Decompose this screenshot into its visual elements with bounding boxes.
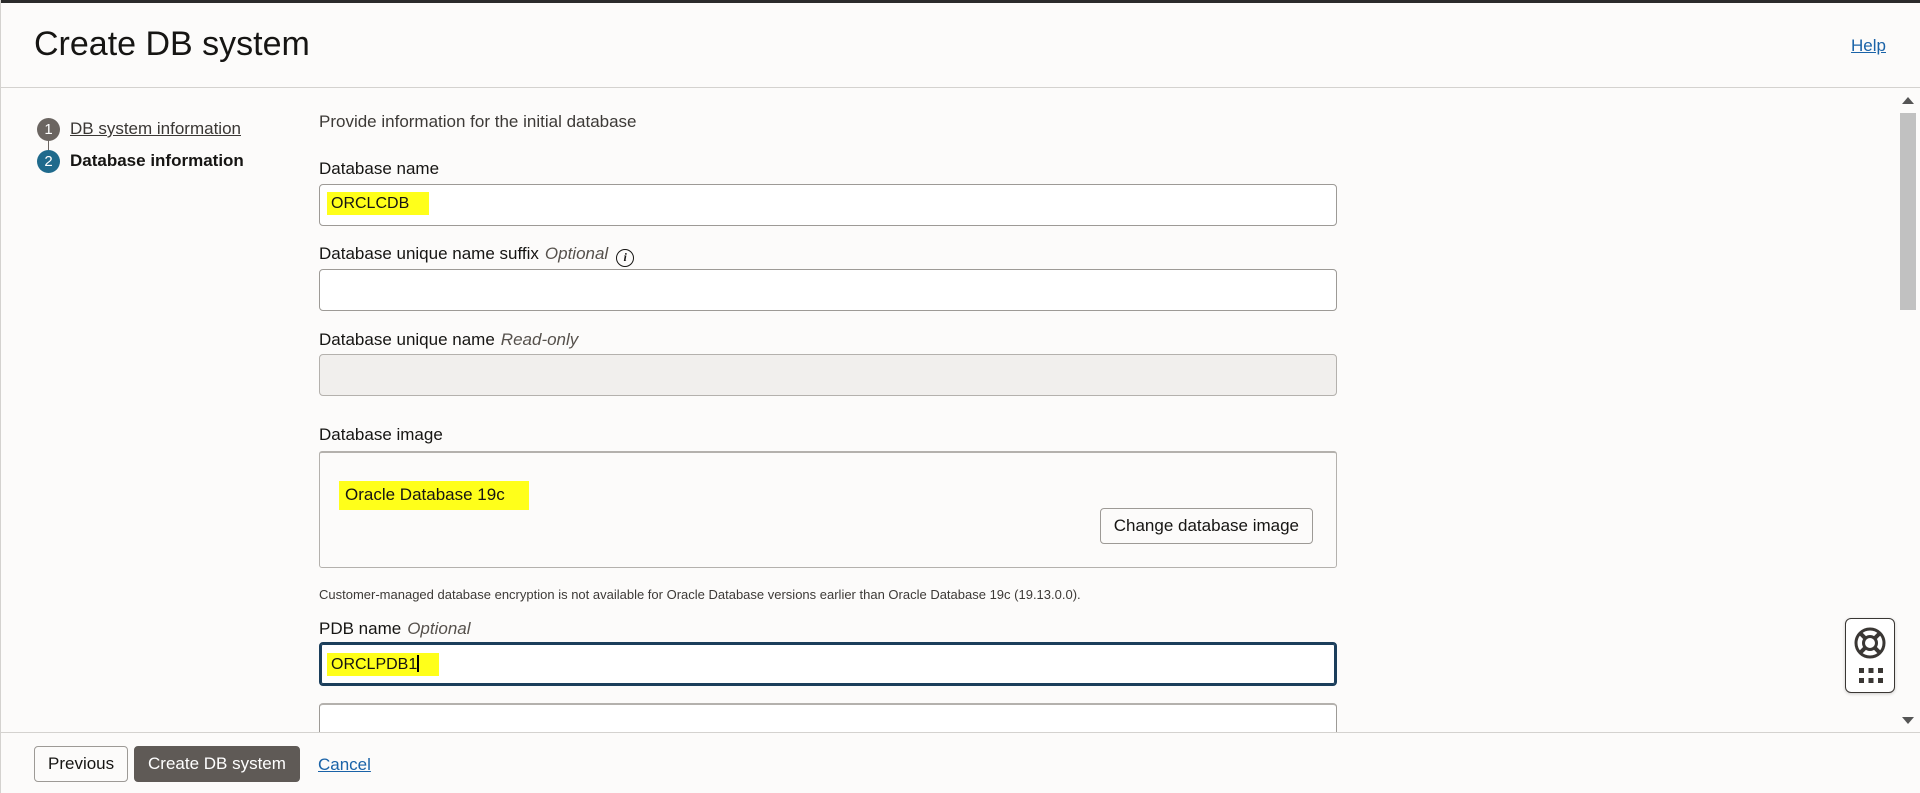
cancel-link[interactable]: Cancel [318, 755, 371, 775]
page-footer: Previous Create DB system Cancel [0, 732, 1920, 793]
wizard-steps: 1 DB system information 2 Database infor… [37, 113, 244, 177]
step-number-2: 2 [37, 149, 60, 173]
pdb-name-highlight: ORCLPDB1 [327, 653, 439, 676]
step-db-system-information[interactable]: 1 DB system information [37, 113, 244, 150]
step-database-information[interactable]: 2 Database information [37, 145, 244, 177]
vertical-scrollbar[interactable] [1896, 89, 1920, 732]
pdb-name-value: ORCLPDB1 [327, 653, 439, 676]
step-label-db-system-information[interactable]: DB system information [70, 119, 241, 139]
unique-name-label: Database unique name Read-only [319, 330, 578, 350]
apps-grid-icon [1859, 668, 1883, 683]
pdb-name-input[interactable]: ORCLPDB1 [319, 642, 1337, 686]
scroll-up-arrow-icon[interactable] [1902, 97, 1914, 104]
db-image-panel: Oracle Database 19c Change database imag… [319, 451, 1337, 568]
text-caret [417, 655, 419, 672]
unique-suffix-label-text: Database unique name suffix [319, 244, 539, 263]
read-only-qualifier: Read-only [500, 330, 579, 349]
scroll-down-arrow-icon[interactable] [1902, 717, 1914, 724]
step-label-database-information: Database information [70, 151, 244, 170]
unique-name-field [319, 354, 1337, 396]
db-name-value: ORCLCDB [327, 192, 430, 215]
pdb-name-label-text: PDB name [319, 619, 402, 638]
optional-qualifier: Optional [407, 619, 471, 638]
change-db-image-button[interactable]: Change database image [1099, 508, 1313, 544]
form-intro: Provide information for the initial data… [319, 112, 637, 131]
unique-suffix-input[interactable] [319, 269, 1337, 311]
db-name-label: Database name [319, 159, 439, 179]
unique-name-label-text: Database unique name [319, 330, 495, 349]
encryption-note: Customer-managed database encryption is … [319, 587, 1081, 602]
db-image-value: Oracle Database 19c [339, 481, 529, 510]
lifebuoy-icon [1854, 627, 1886, 659]
unique-suffix-label: Database unique name suffix Optional i [319, 244, 635, 267]
window-left-border [0, 0, 1, 793]
info-icon[interactable]: i [616, 248, 635, 267]
step-number-1: 1 [37, 117, 60, 141]
db-name-input[interactable]: ORCLCDB [319, 184, 1337, 226]
db-name-highlight: ORCLCDB [327, 192, 430, 215]
help-link[interactable]: Help [1851, 36, 1886, 56]
db-name-label-text: Database name [319, 159, 440, 178]
help-widget[interactable] [1845, 618, 1895, 693]
optional-qualifier: Optional [544, 244, 609, 263]
db-image-label: Database image [319, 425, 443, 445]
db-image-label-text: Database image [319, 425, 443, 444]
scroll-thumb[interactable] [1900, 113, 1916, 310]
page-title: Create DB system [34, 25, 310, 63]
pdb-name-text: ORCLPDB1 [331, 656, 418, 673]
create-db-system-button[interactable]: Create DB system [134, 746, 300, 782]
pdb-name-label: PDB name Optional [319, 619, 471, 639]
next-input[interactable] [319, 703, 1337, 732]
page-header: Create DB system Help [0, 3, 1920, 88]
main-content: 1 DB system information 2 Database infor… [0, 89, 1920, 732]
previous-button[interactable]: Previous [34, 746, 129, 782]
